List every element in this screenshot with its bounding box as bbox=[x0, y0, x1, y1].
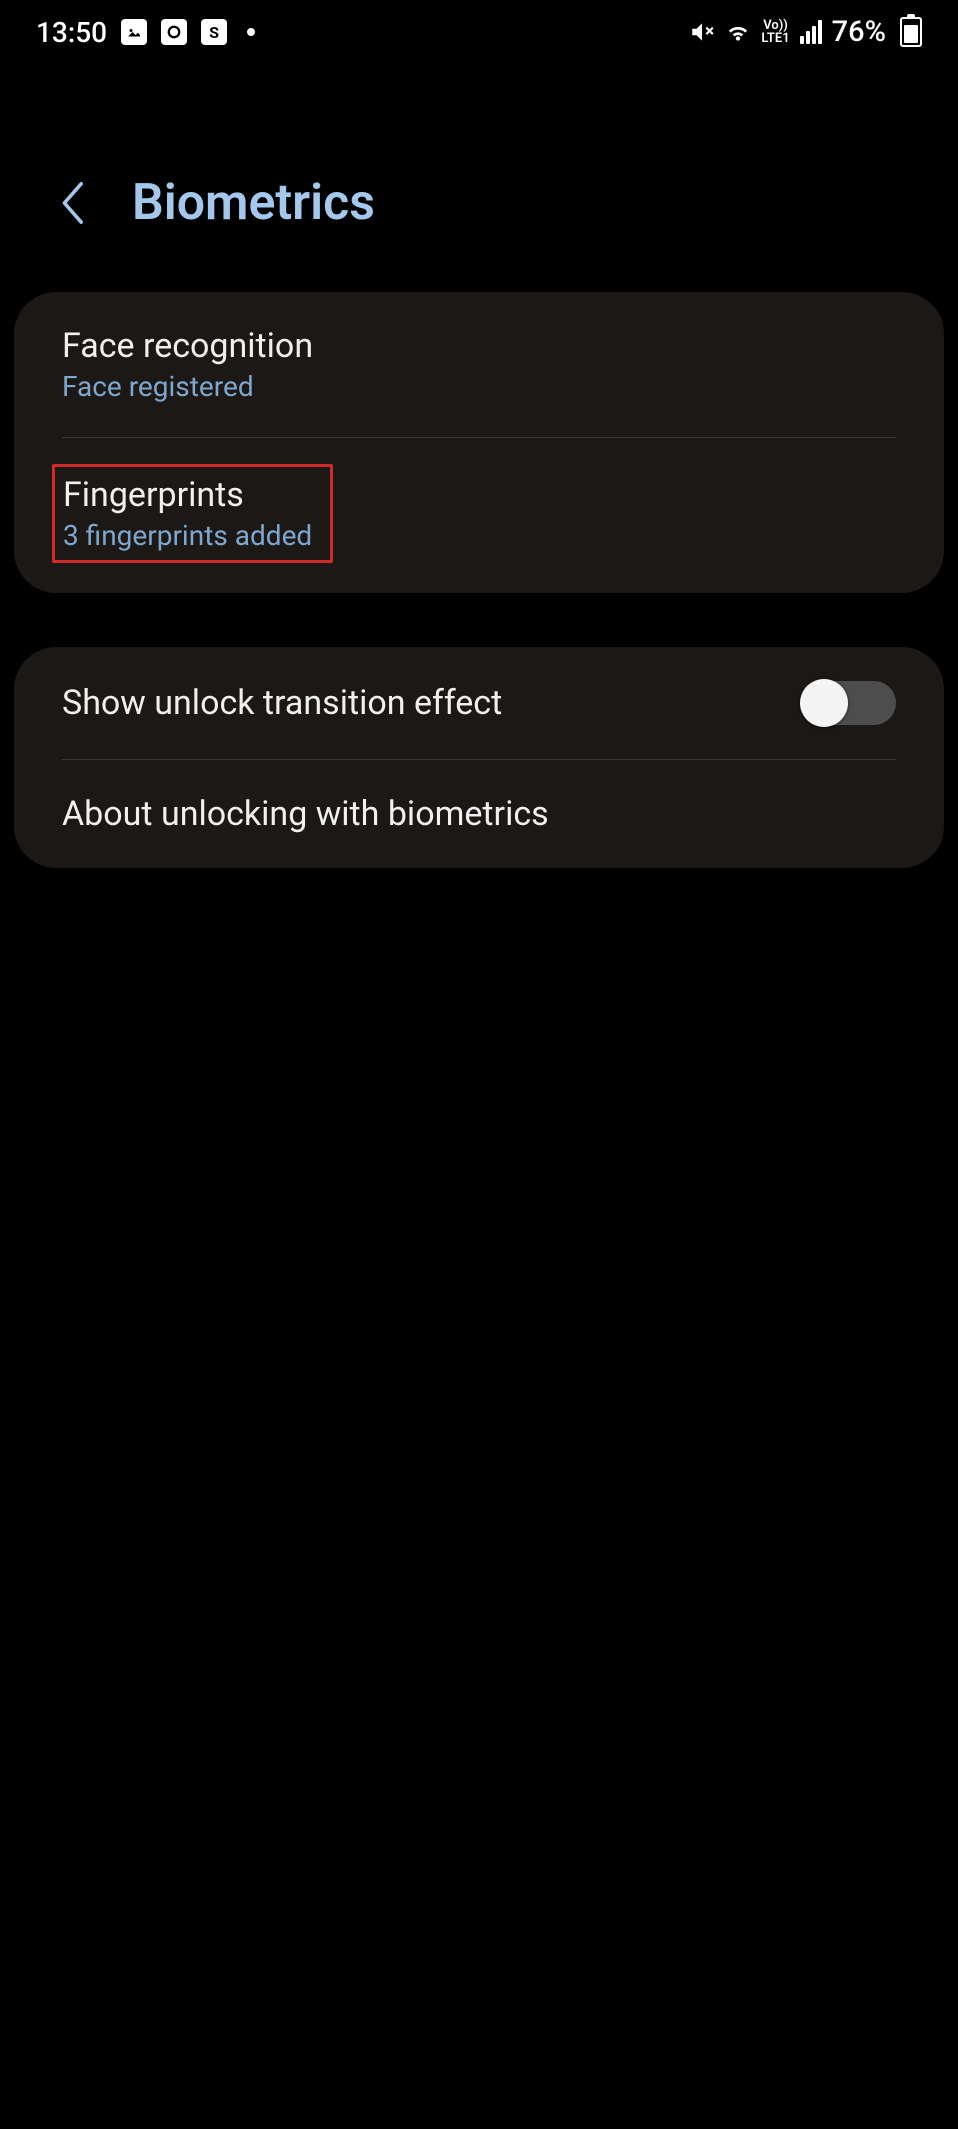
gallery-icon bbox=[121, 19, 147, 45]
unlock-transition-toggle[interactable] bbox=[800, 681, 896, 725]
face-recognition-sub: Face registered bbox=[62, 370, 313, 403]
options-card: Show unlock transition effect About unlo… bbox=[14, 647, 944, 868]
fingerprints-row[interactable]: Fingerprints 3 fingerprints added bbox=[14, 438, 944, 593]
clock: 13:50 bbox=[36, 16, 107, 49]
toggle-knob bbox=[800, 679, 848, 727]
volte-icon: Vo)) LTE1 bbox=[761, 19, 789, 45]
signal-icon bbox=[800, 20, 822, 44]
about-biometrics-label: About unlocking with biometrics bbox=[62, 794, 549, 834]
page-header: Biometrics bbox=[0, 64, 958, 292]
back-icon[interactable] bbox=[56, 179, 92, 227]
fingerprints-sub: 3 fingerprints added bbox=[63, 519, 312, 552]
status-bar: 13:50 S Vo)) LTE1 76% bbox=[0, 0, 958, 64]
fingerprints-label: Fingerprints bbox=[63, 475, 312, 515]
fingerprints-highlight: Fingerprints 3 fingerprints added bbox=[52, 464, 333, 563]
s-app-icon: S bbox=[201, 19, 227, 45]
unlock-transition-label: Show unlock transition effect bbox=[62, 683, 502, 723]
face-recognition-row[interactable]: Face recognition Face registered bbox=[14, 292, 944, 437]
more-notifications-dot bbox=[247, 28, 255, 36]
mute-icon bbox=[689, 19, 715, 45]
biometrics-types-card: Face recognition Face registered Fingerp… bbox=[14, 292, 944, 593]
battery-icon bbox=[900, 17, 922, 47]
face-recognition-label: Face recognition bbox=[62, 326, 313, 366]
unlock-transition-row[interactable]: Show unlock transition effect bbox=[14, 647, 944, 759]
about-biometrics-row[interactable]: About unlocking with biometrics bbox=[14, 760, 944, 868]
status-left: 13:50 S bbox=[36, 16, 255, 49]
page-title: Biometrics bbox=[132, 174, 375, 232]
o-app-icon bbox=[161, 19, 187, 45]
battery-pct: 76% bbox=[832, 15, 886, 49]
wifi-icon bbox=[725, 19, 751, 45]
status-right: Vo)) LTE1 76% bbox=[689, 15, 922, 49]
